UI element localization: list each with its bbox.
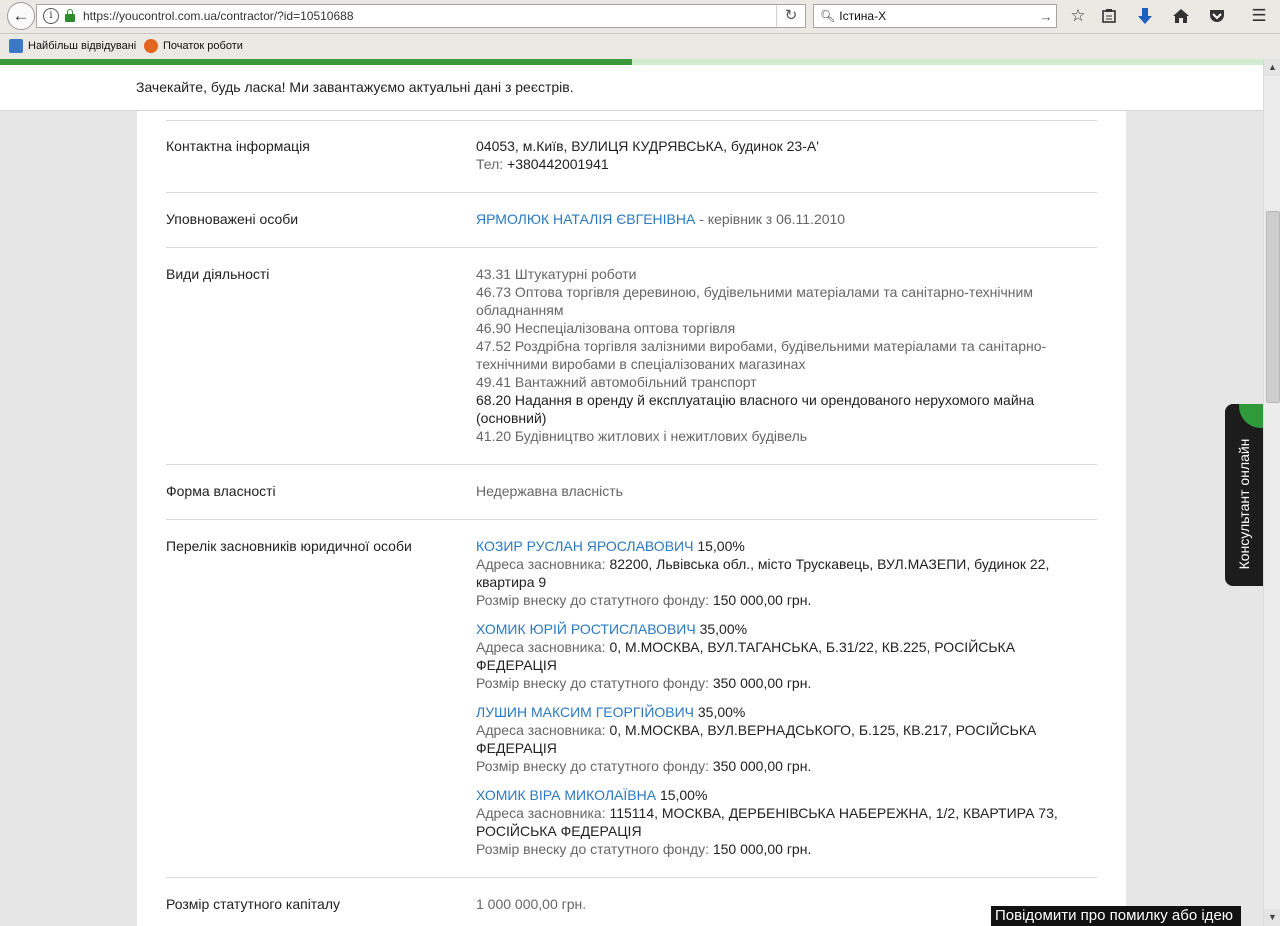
ownership-value: Недержавна власність [476,483,623,499]
bookmark-star-icon[interactable]: ☆ [1067,5,1089,27]
search-bar[interactable]: 🔍︎ Істина-Х → [813,4,1057,28]
activity-item: 49.41 Вантажний автомобільний транспорт [476,374,757,390]
lock-icon [65,9,75,22]
loading-notice: Зачекайте, будь ласка! Ми завантажуємо а… [0,65,1263,111]
founder-entry: ХОМИК ЮРІЙ РОСТИСЛАВОВИЧ 35,00% Адреса за… [476,620,1066,692]
founder-share: 35,00% [699,621,748,637]
founder-name-link[interactable]: КОЗИР РУСЛАН ЯРОСЛАВОВИЧ [476,538,693,554]
contact-value: 04053, м.Київ, ВУЛИЦЯ КУДРЯВСЬКА, будино… [476,137,1066,173]
founder-entry: ЛУШИН МАКСИМ ГЕОРГІЙОВИЧ 35,00% Адреса за… [476,703,1066,775]
info-icon[interactable]: i [43,8,59,24]
bookmark-label: Початок роботи [163,40,243,52]
founders-list: КОЗИР РУСЛАН ЯРОСЛАВОВИЧ 15,00% Адреса за… [476,537,1066,869]
row-capital: Розмір статутного капіталу 1 000 000,00 … [166,895,1097,926]
authorized-person-link[interactable]: ЯРМОЛЮК НАТАЛІЯ ЄВГЕНІВНА [476,211,695,227]
menu-icon[interactable]: ☰ [1248,5,1270,27]
activity-item: 46.90 Неспеціалізована оптова торгівля [476,320,736,336]
founder-entry: ХОМИК ВІРА МИКОЛАЇВНА 15,00% Адреса засно… [476,786,1066,858]
consultant-label: Консультант онлайн [1236,438,1252,570]
activity-item: 68.20 Надання в оренду й експлуатацію вл… [476,392,1035,426]
founder-share: 15,00% [659,787,708,803]
activities-label: Види діяльності [166,266,270,282]
url-text[interactable]: https://youcontrol.com.ua/contractor/?id… [83,9,776,23]
scroll-down-arrow-icon[interactable]: ▼ [1264,909,1280,926]
founder-contribution-label: Розмір внеску до статутного фонду: [476,758,709,774]
founder-address-label: Адреса засновника: [476,722,606,738]
activity-item: 43.31 Штукатурні роботи [476,266,637,282]
founder-contribution: 150 000,00 грн. [712,592,812,608]
divider [166,120,1097,121]
search-icon: 🔍︎ [820,9,836,23]
phone-label: Тел: [476,156,504,172]
founder-name-link[interactable]: ЛУШИН МАКСИМ ГЕОРГІЙОВИЧ [476,704,694,720]
bookmark-label: Найбільш відвідувані [28,40,137,52]
founder-share: 35,00% [697,704,746,720]
founder-contribution: 350 000,00 грн. [712,675,812,691]
search-go-icon[interactable]: → [1036,9,1056,24]
contact-label: Контактна інформація [166,138,310,154]
browser-toolbar: ← i https://youcontrol.com.ua/contractor… [0,0,1280,34]
activity-item: 41.20 Будівництво житлових і нежитлових … [476,428,808,444]
founder-address-label: Адреса засновника: [476,556,606,572]
founder-address-label: Адреса засновника: [476,639,606,655]
bookmark-getting-started[interactable]: Початок роботи [144,39,243,53]
authorized-value: ЯРМОЛЮК НАТАЛІЯ ЄВГЕНІВНА - керівник з 0… [476,210,1066,228]
authorized-label: Уповноважені особи [166,211,299,227]
founder-share: 15,00% [697,538,745,554]
activity-item: 47.52 Роздрібна торгівля залізними вироб… [476,338,1047,372]
row-contact: Контактна інформація 04053, м.Київ, ВУЛИ… [166,137,1097,193]
activity-item: 46.73 Оптова торгівля деревиною, будівел… [476,284,1033,318]
ownership-label: Форма власності [166,483,276,499]
founder-contribution: 350 000,00 грн. [712,758,812,774]
consultant-online-tab[interactable]: Консультант онлайн [1225,404,1263,586]
scroll-up-arrow-icon[interactable]: ▲ [1264,59,1280,76]
founder-contribution: 150 000,00 грн. [712,841,812,857]
contact-address: 04053, м.Київ, ВУЛИЦЯ КУДРЯВСЬКА, будино… [476,138,819,154]
founder-name-link[interactable]: ХОМИК ЮРІЙ РОСТИСЛАВОВИЧ [476,621,696,637]
founder-address-label: Адреса засновника: [476,805,606,821]
page-scrollbar[interactable]: ▲ ▼ [1263,59,1280,926]
search-input[interactable]: Істина-Х [839,9,1036,23]
authorized-role: - керівник з 06.11.2010 [695,211,846,227]
company-info-card: Контактна інформація 04053, м.Київ, ВУЛИ… [137,110,1126,926]
address-bar[interactable]: i https://youcontrol.com.ua/contractor/?… [36,4,806,28]
row-authorized: Уповноважені особи ЯРМОЛЮК НАТАЛІЯ ЄВГЕН… [166,210,1097,248]
founders-label: Перелік засновників юридичної особи [166,538,412,554]
row-founders: Перелік засновників юридичної особи КОЗИ… [166,537,1097,878]
scrollbar-thumb[interactable] [1266,211,1280,403]
download-icon[interactable] [1134,5,1156,27]
report-error-button[interactable]: Повідомити про помилку або ідею [991,906,1242,926]
bookmarks-bar: Найбільш відвідувані Початок роботи [0,34,1280,59]
capital-value: 1 000 000,00 грн. [476,896,587,912]
phone-number[interactable]: +380442001941 [507,156,609,172]
home-icon[interactable] [1170,5,1192,27]
page-viewport: Зачекайте, будь ласка! Ми завантажуємо а… [0,65,1263,926]
founder-contribution-label: Розмір внеску до статутного фонду: [476,675,709,691]
row-activities: Види діяльності 43.31 Штукатурні роботи 4… [166,265,1097,465]
reload-icon[interactable]: ↻ [776,5,805,27]
activities-list: 43.31 Штукатурні роботи 46.73 Оптова торг… [476,265,1066,445]
pocket-icon[interactable] [1206,5,1228,27]
capital-label: Розмір статутного капіталу [166,896,341,912]
loading-notice-text: Зачекайте, будь ласка! Ми завантажуємо а… [136,79,574,95]
firefox-icon [144,39,158,53]
bookmarks-list-icon[interactable] [1098,5,1120,27]
founder-name-link[interactable]: ХОМИК ВІРА МИКОЛАЇВНА [476,787,656,803]
founder-contribution-label: Розмір внеску до статутного фонду: [476,841,709,857]
bookmark-most-visited[interactable]: Найбільш відвідувані [9,39,136,53]
back-arrow-icon[interactable]: ← [7,2,35,30]
founder-entry: КОЗИР РУСЛАН ЯРОСЛАВОВИЧ 15,00% Адреса за… [476,537,1066,609]
founder-contribution-label: Розмір внеску до статутного фонду: [476,592,709,608]
green-corner-icon [1239,404,1263,428]
row-ownership: Форма власності Недержавна власність [166,482,1097,520]
most-visited-icon [9,39,23,53]
